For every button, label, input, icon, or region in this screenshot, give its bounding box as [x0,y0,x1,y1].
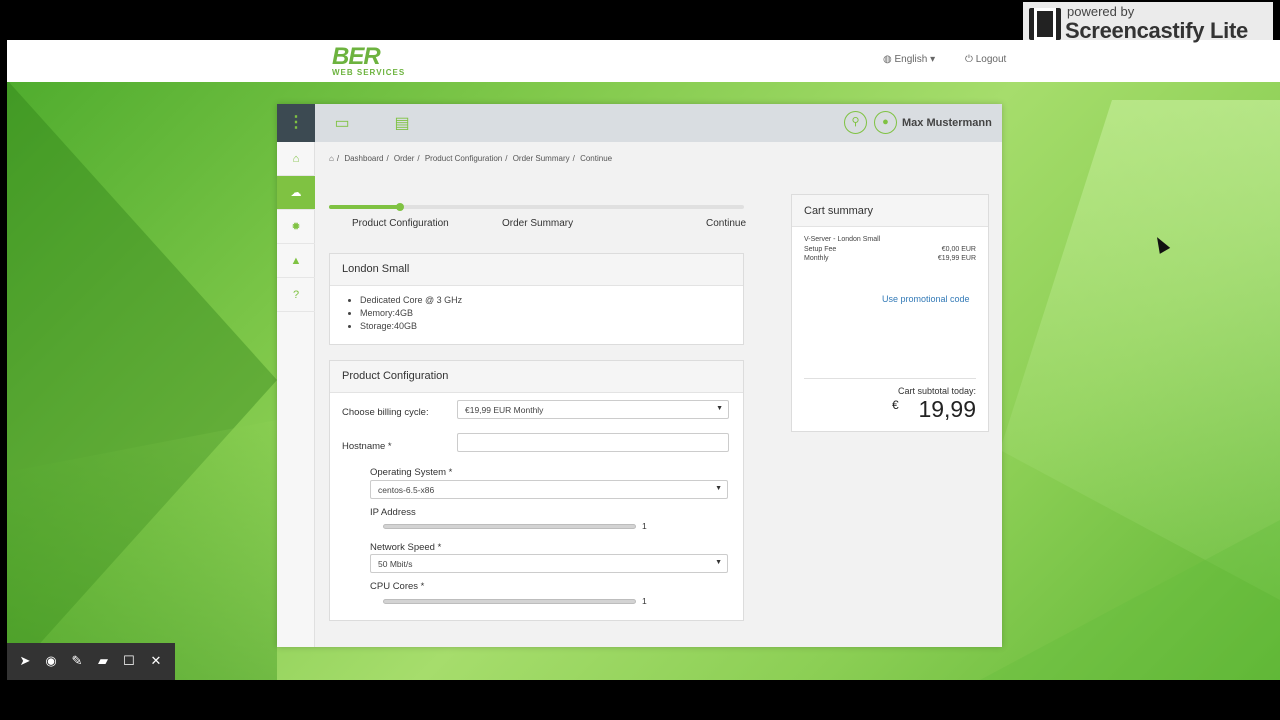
desktop: BER WEB SERVICES ◍ English ▾ ⏻ Logout ⋮ … [7,40,1280,680]
product-panel: London Small Dedicated Core @ 3 GHz Memo… [329,253,744,345]
product-features: Dedicated Core @ 3 GHz Memory:4GB Storag… [330,286,743,333]
app-window: ⋮ ▭ ▤ ⚲ ● Max Mustermann ⌂ ☁ ✹ ▲ ? ⌂ / Da… [277,104,1002,647]
rectangle-icon[interactable]: ☐ [120,652,138,670]
watermark-line2: Screencastify Lite [1065,18,1248,43]
language-selector[interactable]: ◍ English ▾ [883,54,935,65]
help-icon[interactable]: ? [277,278,315,312]
step-product-configuration: Product Configuration [352,218,449,229]
logo-subtitle: WEB SERVICES [332,68,406,77]
setup-fee-value: €0,00 EUR [941,246,976,253]
os-value: centos-6.5-x86 [378,485,435,495]
subtotal-label: Cart subtotal today: [897,386,976,396]
feature-item: Dedicated Core @ 3 GHz [360,294,743,307]
os-select[interactable]: centos-6.5-x86 ▼ [370,480,728,499]
wallpaper-shape [1000,100,1280,600]
gear-icon[interactable]: ✹ [277,210,315,244]
focus-icon[interactable]: ◉ [42,652,60,670]
promo-code-link[interactable]: Use promotional code [882,294,970,304]
breadcrumb-item[interactable]: Continue [580,154,612,163]
caret-down-icon: ▼ [715,559,722,566]
home-icon[interactable]: ⌂ [277,142,315,176]
currency-symbol: € [892,398,899,412]
breadcrumb-item[interactable]: Product Configuration [425,154,502,163]
cpu-cores-label: CPU Cores * [370,581,425,592]
watermark-line1: powered by [1067,4,1135,19]
breadcrumb-item[interactable]: Order [394,154,414,163]
logout-label: Logout [975,54,1007,65]
user-icon[interactable]: ▲ [277,244,315,278]
screencastify-watermark: powered by Screencastify Lite [1023,2,1273,46]
network-speed-label: Network Speed * [370,542,442,553]
ip-label: IP Address [370,507,416,518]
subtotal-amount: 19,99 [918,396,976,422]
hostname-input[interactable] [457,433,729,452]
cart-title: Cart summary [792,195,988,227]
close-icon[interactable]: ✕ [147,652,165,670]
cart-item-name: V-Server - London Small [804,236,881,243]
pointer-icon[interactable]: ➤ [16,652,34,670]
language-label: English [894,54,928,65]
product-title: London Small [330,254,743,286]
cart-summary-panel: Cart summary V-Server - London Small Set… [791,194,989,432]
breadcrumb: ⌂ / Dashboard / Order / Product Configurati… [329,154,613,163]
inbox-icon[interactable]: ▭ [332,113,352,132]
configuration-panel: Product Configuration Choose billing cyc… [329,360,744,621]
step-continue: Continue [706,218,747,229]
company-logo[interactable]: BER WEB SERVICES [332,43,412,78]
film-icon [1029,8,1061,40]
user-avatar-icon[interactable]: ● [874,111,897,134]
sidebar: ⌂ ☁ ✹ ▲ ? [277,142,315,647]
home-icon[interactable]: ⌂ [329,154,334,163]
cpu-cores-slider[interactable] [383,599,636,604]
network-speed-value: 50 Mbit/s [378,559,413,569]
power-icon: ⏻ [965,54,973,65]
order-progress-bar [329,203,744,211]
configuration-title: Product Configuration [330,361,743,393]
ip-slider[interactable] [383,524,636,529]
setup-fee-label: Setup Fee [804,246,837,253]
logout-link[interactable]: ⏻ Logout [965,54,1006,65]
site-header: BER WEB SERVICES ◍ English ▾ ⏻ Logout [7,40,1280,82]
divider [804,378,976,379]
hostname-label: Hostname * [342,441,392,452]
search-icon[interactable]: ⚲ [844,111,867,134]
monthly-value: €19,99 EUR [937,255,976,262]
progress-marker [395,203,404,211]
pen-icon[interactable]: ✎ [68,652,86,670]
feature-item: Storage:40GB [360,320,743,333]
annotation-toolbar: ➤ ◉ ✎ ▰ ☐ ✕ [7,643,175,680]
user-name[interactable]: Max Mustermann [902,117,992,129]
monthly-label: Monthly [804,255,829,262]
app-header: ⋮ ▭ ▤ ⚲ ● Max Mustermann [277,104,1002,142]
caret-down-icon: ▼ [716,405,723,412]
cpu-cores-value: 1 [642,596,647,606]
billing-cycle-label: Choose billing cycle: [342,407,429,418]
cloud-icon[interactable]: ☁ [277,176,315,210]
billing-cycle-select[interactable]: €19,99 EUR Monthly ▼ [457,400,729,419]
menu-toggle-icon[interactable]: ⋮ [277,104,315,142]
ip-value: 1 [642,521,647,531]
billing-cycle-value: €19,99 EUR Monthly [465,405,544,415]
os-label: Operating System * [370,467,453,478]
document-icon[interactable]: ▤ [392,113,412,132]
progress-fill [329,205,400,209]
caret-down-icon: ▾ [930,54,936,65]
logo-mark: BER [332,43,381,70]
feature-item: Memory:4GB [360,307,743,320]
caret-down-icon: ▼ [715,485,722,492]
globe-icon: ◍ [883,54,892,65]
eraser-icon[interactable]: ▰ [94,652,112,670]
network-speed-select[interactable]: 50 Mbit/s ▼ [370,554,728,573]
breadcrumb-item[interactable]: Order Summary [513,154,570,163]
step-order-summary: Order Summary [502,218,574,229]
breadcrumb-item[interactable]: Dashboard [344,154,383,163]
